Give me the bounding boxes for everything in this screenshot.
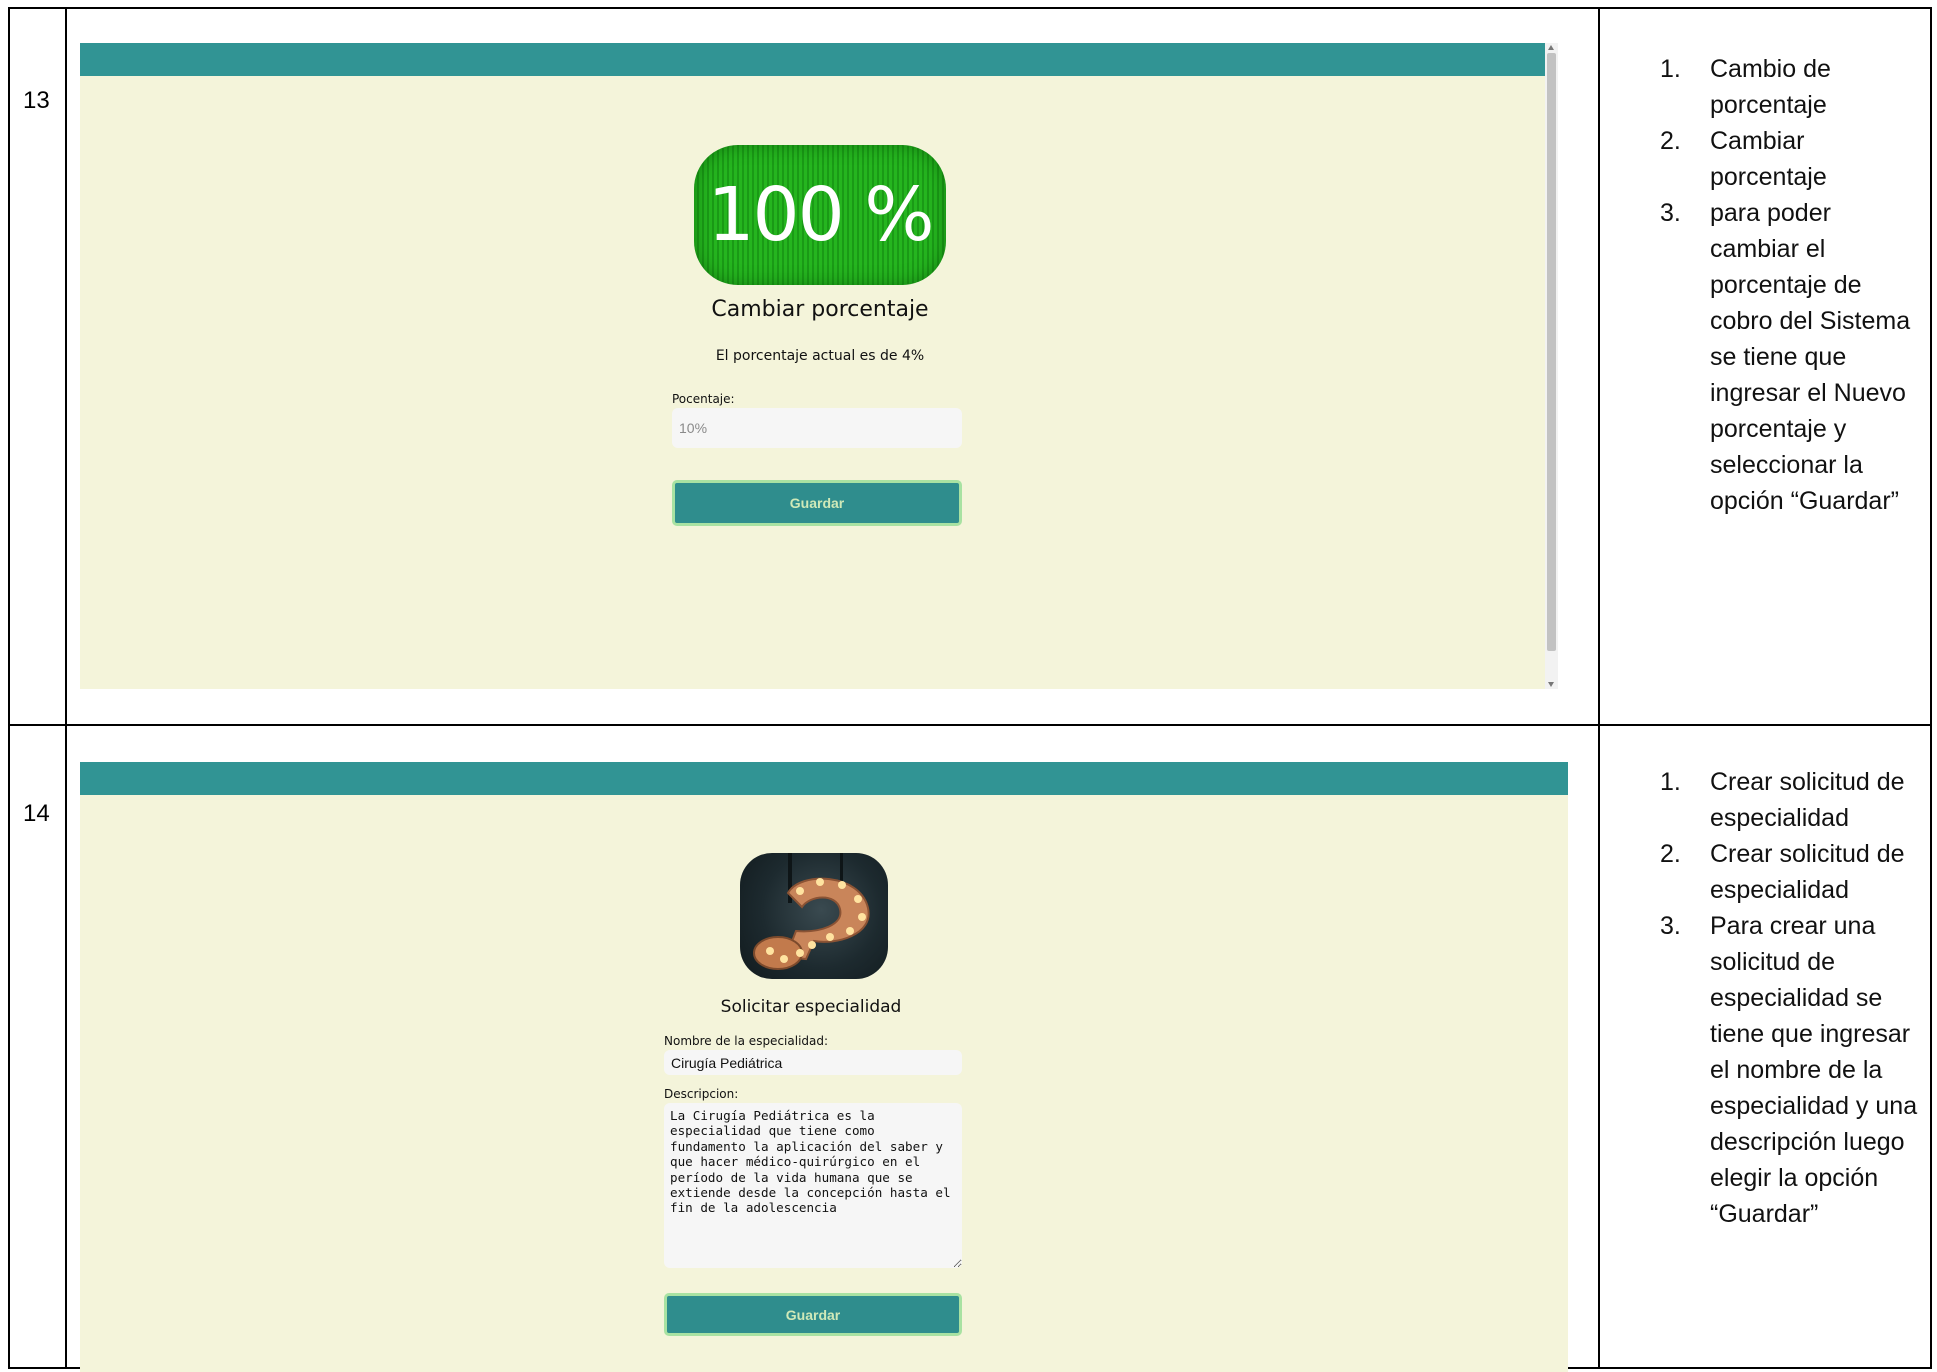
document-table: 13 100 % Cambiar porcentaje El porcentaj… bbox=[8, 7, 1932, 1372]
vertical-scrollbar[interactable] bbox=[1545, 43, 1558, 689]
app-screen-specialty: Solicitar especialidad Nombre de la espe… bbox=[80, 762, 1568, 1372]
row-number: 13 bbox=[23, 87, 50, 114]
page-title: Cambiar porcentaje bbox=[711, 297, 929, 322]
row-number-cell: 13 bbox=[8, 7, 67, 726]
description-label: Descripcion: bbox=[664, 1087, 739, 1101]
table-row: 14 Solicitar especialidad Nombre de la e… bbox=[8, 724, 1932, 1372]
scroll-up-icon[interactable] bbox=[1548, 45, 1554, 50]
row-number-cell: 14 bbox=[8, 724, 67, 1369]
percent-badge-icon: 100 % bbox=[694, 145, 946, 285]
description-cell: 1. Cambio de porcentaje 2. Cambiar porcent… bbox=[1598, 7, 1932, 726]
screenshot-cell: 100 % Cambiar porcentaje El porcentaje a… bbox=[65, 7, 1600, 726]
percentage-input[interactable] bbox=[672, 408, 962, 448]
page-title: Solicitar especialidad bbox=[720, 997, 902, 1017]
list-item: 3. Para crear una solicitud de especialid… bbox=[1660, 912, 1918, 1228]
app-screen-percentage: 100 % Cambiar porcentaje El porcentaje a… bbox=[80, 43, 1558, 689]
list-item: 1. Cambio de porcentaje bbox=[1660, 55, 1831, 119]
percentage-label: Pocentaje: bbox=[672, 392, 735, 406]
table-row: 13 100 % Cambiar porcentaje El porcentaj… bbox=[8, 7, 1932, 726]
question-mark-icon bbox=[740, 853, 888, 979]
specialty-name-input[interactable] bbox=[664, 1050, 962, 1075]
save-button[interactable]: Guardar bbox=[664, 1293, 962, 1336]
list-item: 2. Crear solicitud de especialidad bbox=[1660, 840, 1905, 904]
description-textarea[interactable]: La Cirugía Pediátrica es la especialidad… bbox=[664, 1103, 962, 1268]
top-nav-bar bbox=[80, 762, 1568, 795]
screenshot-cell: Solicitar especialidad Nombre de la espe… bbox=[65, 724, 1600, 1372]
question-mark-graphic bbox=[753, 853, 870, 970]
top-nav-bar bbox=[80, 43, 1558, 76]
percent-badge-text: 100 % bbox=[707, 172, 934, 258]
list-item: 3. para poder cambiar el porcentaje de co… bbox=[1660, 199, 1911, 515]
steps-list: 1. Crear solicitud de especialidad 2. Crea… bbox=[1600, 764, 1920, 1232]
list-item: 2. Cambiar porcentaje bbox=[1660, 127, 1827, 191]
current-percentage-text: El porcentaje actual es de 4% bbox=[715, 348, 925, 364]
save-button[interactable]: Guardar bbox=[672, 480, 962, 526]
scroll-thumb[interactable] bbox=[1547, 53, 1556, 651]
description-cell: 1. Crear solicitud de especialidad 2. Crea… bbox=[1598, 724, 1932, 1369]
scroll-down-icon[interactable] bbox=[1548, 682, 1554, 687]
row-number: 14 bbox=[23, 800, 50, 827]
list-item: 1. Crear solicitud de especialidad bbox=[1660, 768, 1905, 832]
steps-list: 1. Cambio de porcentaje 2. Cambiar porcent… bbox=[1600, 51, 1920, 519]
specialty-name-label: Nombre de la especialidad: bbox=[664, 1034, 829, 1048]
